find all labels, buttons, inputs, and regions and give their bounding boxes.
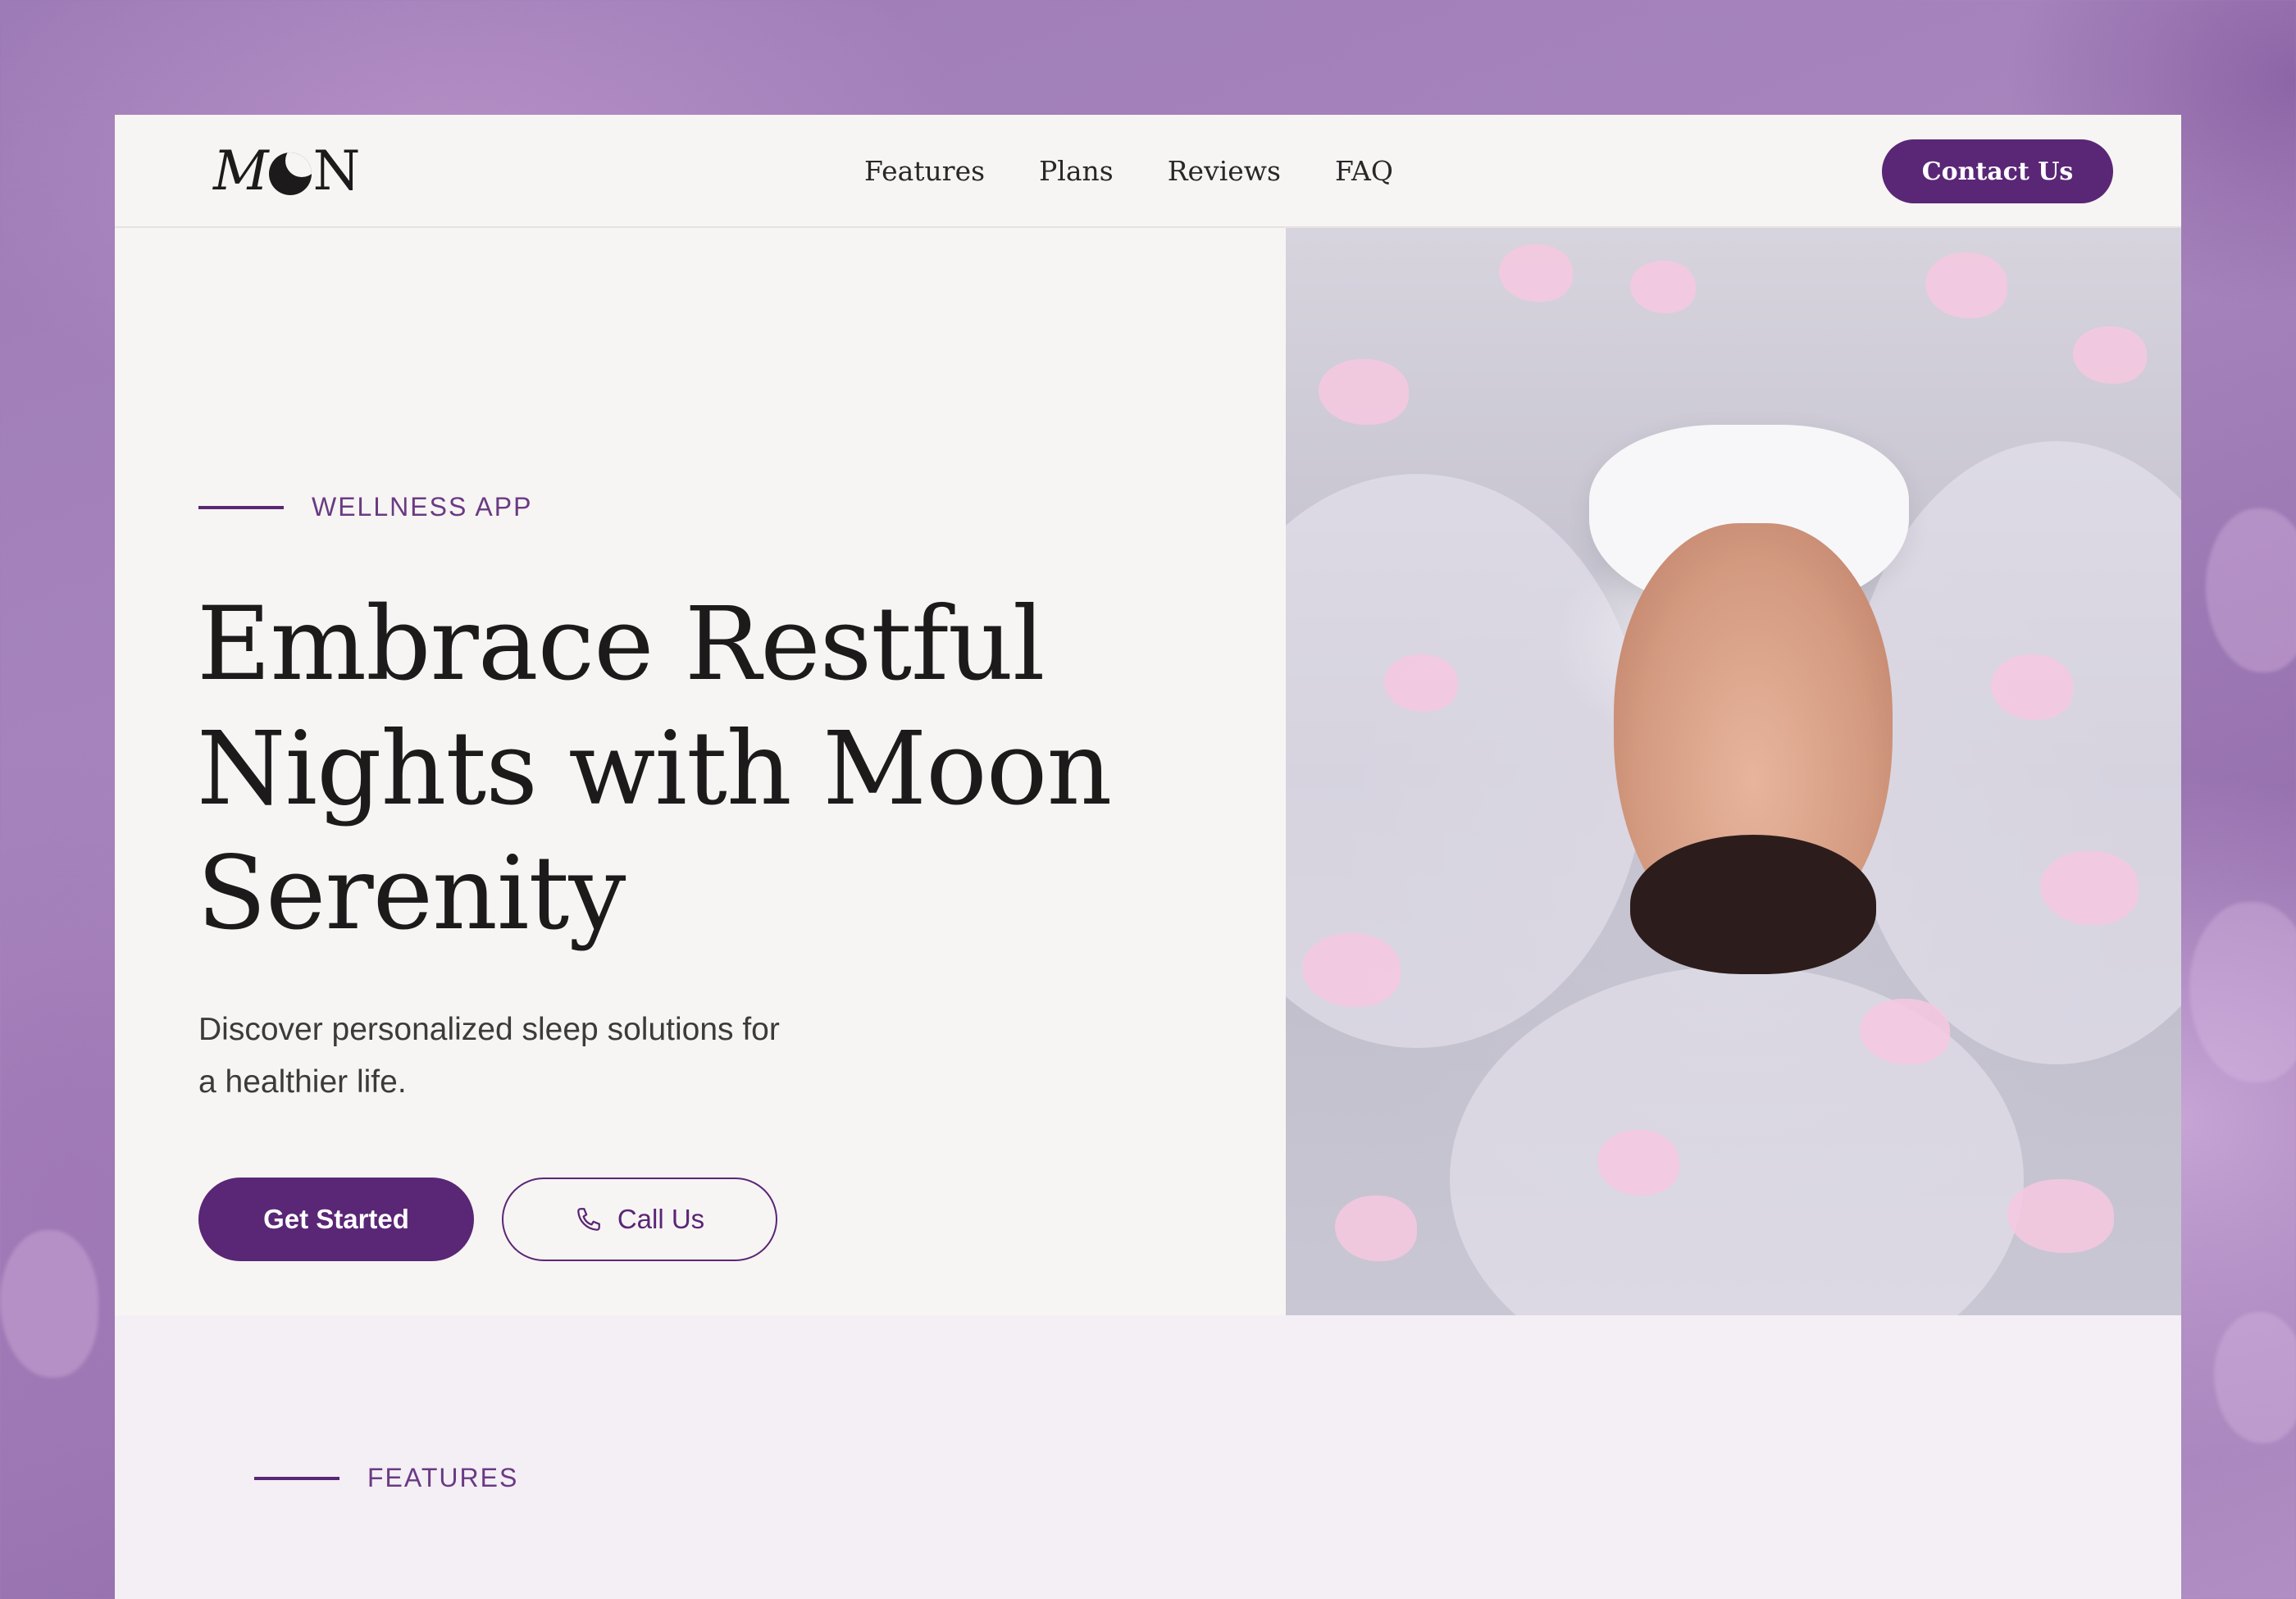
hero-image bbox=[1286, 228, 2181, 1315]
contact-us-button[interactable]: Contact Us bbox=[1882, 139, 2113, 203]
call-us-button[interactable]: Call Us bbox=[502, 1178, 777, 1261]
eyebrow-divider bbox=[198, 505, 284, 509]
hero-subtext: Discover personalized sleep solutions fo… bbox=[198, 1012, 780, 1100]
backdrop-petal bbox=[2189, 902, 2296, 1082]
brand-logo[interactable]: MN bbox=[213, 139, 360, 203]
hero-eyebrow: WELLNESS APP bbox=[198, 492, 532, 522]
eyebrow-divider bbox=[254, 1476, 339, 1480]
top-nav: MN Features Plans Reviews FAQ Contact Us bbox=[115, 115, 2181, 228]
features-eyebrow: FEATURES bbox=[254, 1463, 518, 1493]
nav-links: Features Plans Reviews FAQ bbox=[864, 148, 1393, 194]
nav-link-reviews[interactable]: Reviews bbox=[1168, 155, 1281, 187]
petal bbox=[1991, 654, 2073, 720]
model-hair bbox=[1630, 835, 1876, 974]
nav-link-plans[interactable]: Plans bbox=[1039, 155, 1114, 187]
moon-logo-icon bbox=[268, 153, 312, 195]
hero-eyebrow-label: WELLNESS APP bbox=[312, 492, 533, 522]
nav-link-features[interactable]: Features bbox=[864, 155, 985, 187]
backdrop-petal bbox=[2206, 508, 2296, 672]
page-frame: MN Features Plans Reviews FAQ Contact Us… bbox=[115, 115, 2181, 1599]
call-us-label: Call Us bbox=[617, 1204, 705, 1234]
phone-icon bbox=[576, 1208, 600, 1231]
petal bbox=[1597, 1130, 1679, 1196]
backdrop-petal bbox=[2214, 1312, 2296, 1443]
petal bbox=[1630, 261, 1696, 313]
petal bbox=[2040, 851, 2139, 925]
features-section: FEATURES bbox=[115, 1315, 2181, 1599]
petal bbox=[2007, 1179, 2114, 1253]
hero-actions: Get Started Call Us bbox=[198, 1178, 777, 1261]
get-started-button[interactable]: Get Started bbox=[198, 1178, 474, 1261]
petal bbox=[1925, 253, 2007, 318]
backdrop-petal bbox=[0, 1230, 98, 1378]
features-eyebrow-label: FEATURES bbox=[367, 1463, 519, 1492]
petal bbox=[1335, 1196, 1417, 1261]
nav-link-faq[interactable]: FAQ bbox=[1335, 155, 1393, 187]
petal bbox=[1499, 244, 1573, 302]
hero-content: WELLNESS APP Embrace Restful Nights with… bbox=[115, 228, 1286, 1315]
petal bbox=[2073, 326, 2147, 384]
petal bbox=[1302, 933, 1401, 1007]
petal bbox=[1384, 654, 1458, 712]
petal bbox=[1319, 359, 1409, 425]
petal bbox=[1860, 999, 1950, 1064]
hero-headline: Embrace Restful Nights with Moon Serenit… bbox=[197, 585, 1112, 953]
